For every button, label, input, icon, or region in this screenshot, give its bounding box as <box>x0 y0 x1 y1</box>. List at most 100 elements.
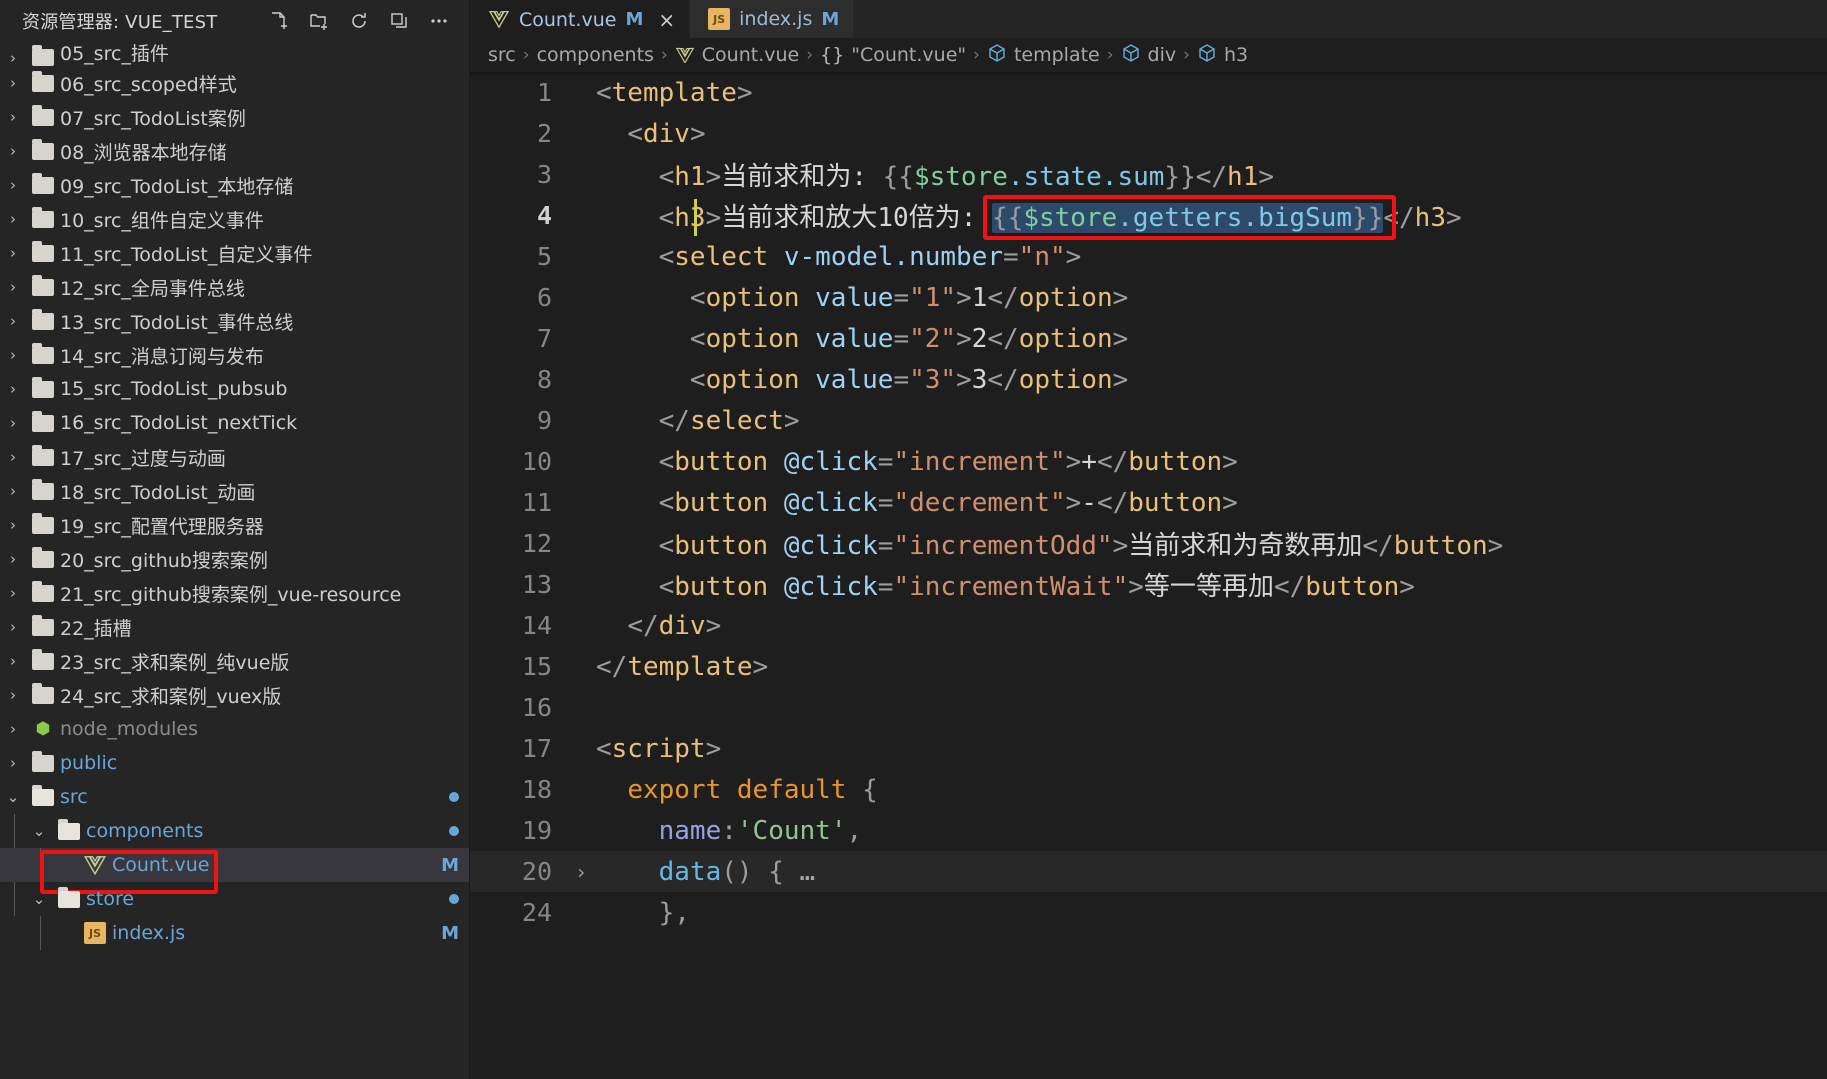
tree-item-label: 06_src_scoped样式 <box>60 73 237 96</box>
tree-item[interactable]: › 14_src_消息订阅与发布 <box>0 338 469 372</box>
tree-item[interactable]: › 08_浏览器本地存储 <box>0 134 469 168</box>
code-line[interactable]: 10 <button @click="increment">+</button> <box>470 441 1827 482</box>
tree-item[interactable]: › 16_src_TodoList_nextTick <box>0 406 469 440</box>
chevron-right-icon[interactable]: › <box>0 585 26 601</box>
breadcrumb[interactable]: src › components › Count.vue › {} "Count.vue" › t… <box>470 38 1827 72</box>
tree-item[interactable]: ⌄ src <box>0 780 469 814</box>
code-line[interactable]: 12 <button @click="incrementOdd">当前求和为奇数… <box>470 523 1827 564</box>
code-line[interactable]: 6 <option value="1">1</option> <box>470 277 1827 318</box>
tree-item[interactable]: › 12_src_全局事件总线 <box>0 270 469 304</box>
code-line[interactable]: 24 }, <box>470 892 1827 933</box>
chevron-right-icon[interactable]: › <box>0 75 26 91</box>
chevron-down-icon[interactable]: ⌄ <box>0 789 26 805</box>
line-number: 17 <box>521 734 552 763</box>
breadcrumb-item[interactable]: Count.vue <box>675 44 799 66</box>
breadcrumb-item[interactable]: src <box>488 44 516 66</box>
breadcrumb-item[interactable]: div <box>1121 43 1176 68</box>
tree-item-selected[interactable]: Count.vue M <box>0 848 469 894</box>
tree-item[interactable]: › 22_插槽 <box>0 610 469 644</box>
chevron-right-icon[interactable]: › <box>0 551 26 567</box>
new-folder-icon[interactable] <box>301 5 337 37</box>
tree-item[interactable]: › 05_src_插件 <box>0 42 469 66</box>
tree-item[interactable]: › 13_src_TodoList_事件总线 <box>0 304 469 338</box>
breadcrumb-item[interactable]: h3 <box>1197 43 1248 68</box>
code-line[interactable]: 11 <button @click="decrement">-</button> <box>470 482 1827 523</box>
chevron-right-icon[interactable]: › <box>0 755 26 771</box>
tree-item[interactable]: › 10_src_组件自定义事件 <box>0 202 469 236</box>
chevron-right-icon[interactable]: › <box>0 347 26 363</box>
tree-item[interactable]: › 11_src_TodoList_自定义事件 <box>0 236 469 270</box>
tree-item[interactable]: › 19_src_配置代理服务器 <box>0 508 469 542</box>
code-line[interactable]: 20 › data() { … <box>470 851 1827 892</box>
chevron-right-icon[interactable]: › <box>0 177 26 193</box>
code-line[interactable]: 16 <box>470 687 1827 728</box>
code-line[interactable]: 8 <option value="3">3</option> <box>470 359 1827 400</box>
chevron-right-icon[interactable]: › <box>0 415 26 431</box>
chevron-right-icon[interactable]: › <box>0 449 26 465</box>
chevron-right-icon[interactable]: › <box>0 51 26 66</box>
tree-item[interactable]: › 23_src_求和案例_纯vue版 <box>0 644 469 678</box>
folder-icon <box>26 546 60 568</box>
chevron-right-icon[interactable]: › <box>0 653 26 669</box>
chevron-right-icon[interactable]: › <box>0 313 26 329</box>
tree-item[interactable]: JS index.js M <box>0 916 469 950</box>
chevron-right-icon[interactable]: › <box>0 517 26 533</box>
code-line[interactable]: 14 </div> <box>470 605 1827 646</box>
tree-item[interactable]: › 09_src_TodoList_本地存储 <box>0 168 469 202</box>
tab-close-icon[interactable]: × <box>658 10 675 30</box>
editor-tab[interactable]: Count.vue M × <box>470 0 691 38</box>
new-file-icon[interactable] <box>261 5 297 37</box>
editor-tab[interactable]: JS index.js M <box>690 0 855 38</box>
chevron-right-icon[interactable]: › <box>0 143 26 159</box>
code-line[interactable]: 18 export default { <box>470 769 1827 810</box>
more-actions-icon[interactable] <box>421 5 457 37</box>
chevron-down-icon[interactable]: ⌄ <box>26 891 52 907</box>
chevron-right-icon[interactable]: › <box>0 687 26 703</box>
tree-item[interactable]: › 18_src_TodoList_动画 <box>0 474 469 508</box>
tree-item[interactable]: › public <box>0 746 469 780</box>
code-line[interactable]: 2 <div> <box>470 113 1827 154</box>
chevron-down-icon[interactable]: ⌄ <box>26 823 52 839</box>
chevron-right-icon[interactable]: › <box>0 279 26 295</box>
chevron-right-icon[interactable]: › <box>0 381 26 397</box>
fold-chevron-icon[interactable]: › <box>566 860 596 884</box>
code-line[interactable]: 9 </select> <box>470 400 1827 441</box>
breadcrumb-item[interactable]: components <box>537 44 654 66</box>
file-tree[interactable]: › 05_src_插件 › 06_src_scoped样式 › 07_src_TodoLi… <box>0 42 469 1079</box>
chevron-right-icon[interactable]: › <box>0 483 26 499</box>
code-line[interactable]: 3 <h1>当前求和为: {{$store.state.sum}}</h1> <box>470 154 1827 195</box>
tree-item[interactable]: › 15_src_TodoList_pubsub <box>0 372 469 406</box>
tree-item[interactable]: › 06_src_scoped样式 <box>0 66 469 100</box>
code-line[interactable]: 5 <select v-model.number="n"> <box>470 236 1827 277</box>
tree-item[interactable]: › 07_src_TodoList案例 <box>0 100 469 134</box>
symbol-cube-icon <box>1197 43 1217 68</box>
tree-item[interactable]: › 24_src_求和案例_vuex版 <box>0 678 469 712</box>
code-line[interactable]: 13 <button @click="incrementWait">等一等再加<… <box>470 564 1827 605</box>
breadcrumb-item[interactable]: {} "Count.vue" <box>820 44 966 66</box>
code-line[interactable]: 15 </template> <box>470 646 1827 687</box>
code-editor[interactable]: 1 <template> 2 <div> 3 <h1>当前求和为: {{$store.… <box>470 72 1827 1079</box>
chevron-right-icon[interactable]: › <box>0 211 26 227</box>
tree-item[interactable]: ⌄ components <box>0 814 469 848</box>
chevron-right-icon[interactable]: › <box>0 619 26 635</box>
code-line[interactable]: 1 <template> <box>470 72 1827 113</box>
code-line[interactable]: 4 <h3>当前求和放大10倍为: {{$store.getters.bigSu… <box>470 195 1827 236</box>
chevron-right-icon[interactable]: › <box>0 721 26 737</box>
tree-item[interactable]: ⌄ store <box>0 882 469 916</box>
tree-item[interactable]: › 21_src_github搜索案例_vue-resource <box>0 576 469 610</box>
code-line[interactable]: 7 <option value="2">2</option> <box>470 318 1827 359</box>
code-line[interactable]: 17 <script> <box>470 728 1827 769</box>
explorer-actions <box>261 5 457 37</box>
indent-guide <box>40 848 41 882</box>
chevron-right-icon[interactable]: › <box>0 109 26 125</box>
tree-item[interactable]: › 17_src_过度与动画 <box>0 440 469 474</box>
code-line[interactable]: 19 name:'Count', <box>470 810 1827 851</box>
collapse-all-icon[interactable] <box>381 5 417 37</box>
refresh-icon[interactable] <box>341 5 377 37</box>
tree-item[interactable]: › 20_src_github搜索案例 <box>0 542 469 576</box>
breadcrumb-item[interactable]: template <box>987 43 1100 68</box>
chevron-right-icon[interactable]: › <box>0 245 26 261</box>
folder-icon <box>26 206 60 228</box>
tree-item[interactable]: › ⬢ node_modules <box>0 712 469 746</box>
editor-tab-bar[interactable]: Count.vue M × JS index.js M <box>470 0 1827 38</box>
